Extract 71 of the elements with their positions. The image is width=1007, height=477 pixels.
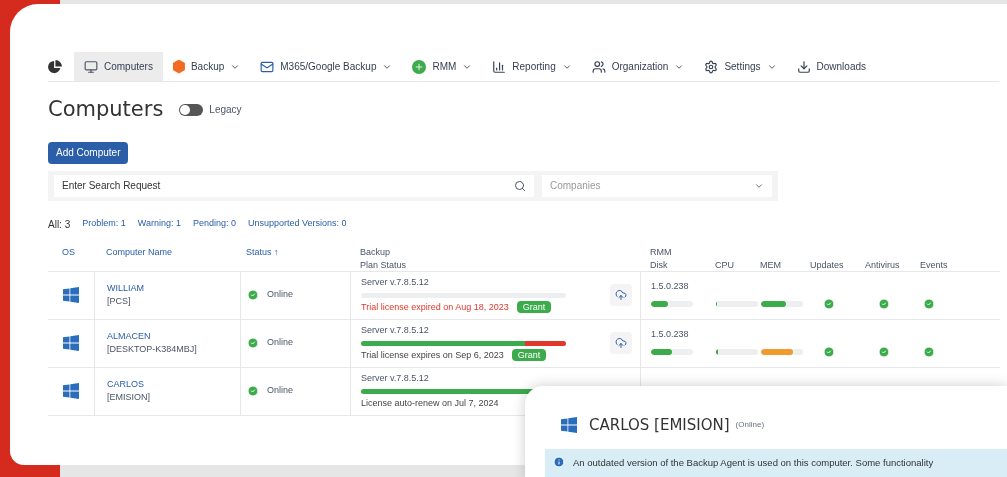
nav-tab[interactable]: Organization <box>581 52 695 81</box>
filter-link[interactable]: Warning: 1 <box>137 217 181 231</box>
cloud-upload-button[interactable] <box>610 332 632 354</box>
column-header: MEM <box>760 258 782 272</box>
column-header: Plan Status <box>360 258 408 272</box>
computer-name-link[interactable]: CARLOS <box>107 378 240 391</box>
column-header: RMM <box>650 245 673 259</box>
nav-tab[interactable]: RMM <box>402 52 483 81</box>
page-title: Computers <box>48 96 164 123</box>
download-icon <box>796 59 811 74</box>
windows-logo-icon <box>63 383 79 399</box>
windows-logo-icon <box>63 287 79 303</box>
backup-version: Server v.7.8.5.12 <box>361 276 430 289</box>
online-status-icon <box>247 385 259 397</box>
windows-logo-icon <box>561 417 577 434</box>
host-name: [DESKTOP-K384MBJ] <box>107 343 198 356</box>
status-text: Online <box>267 288 293 302</box>
column-header: Antivirus <box>865 258 901 272</box>
column-header: Backup <box>360 245 392 259</box>
legacy-toggle[interactable] <box>179 103 204 116</box>
computer-name-link[interactable]: WILLIAM <box>107 282 240 295</box>
license-text: Trial license expires on Sep 6, 2023 <box>361 348 504 362</box>
column-header: Events <box>920 258 949 272</box>
users-icon <box>591 59 606 74</box>
column-header[interactable]: Computer Name <box>94 245 240 259</box>
column-header: CPU <box>715 258 735 272</box>
filter-link[interactable]: Problem: 1 <box>82 217 126 231</box>
backup-version: Server v.7.8.5.12 <box>361 372 430 385</box>
nav-tab[interactable]: Backup <box>162 52 251 81</box>
rmm-version: 1.5.0.238 <box>651 280 690 294</box>
cloud-upload-icon <box>615 337 627 349</box>
monitor-icon <box>84 59 98 74</box>
pie-chart-logo-icon <box>48 59 62 74</box>
rmm-version: 1.5.0.238 <box>651 328 690 342</box>
cloud-upload-icon <box>615 289 627 301</box>
envelope-icon <box>260 59 275 74</box>
windows-logo-icon <box>63 335 79 351</box>
nav-tab[interactable]: Settings <box>694 52 787 81</box>
nav-tab[interactable]: Reporting <box>482 52 582 81</box>
cloud-upload-button[interactable] <box>610 284 632 306</box>
license-text: Trial license expired on Aug 18, 2023 <box>361 300 509 314</box>
column-header: Disk <box>650 258 669 272</box>
search-icon <box>514 179 526 192</box>
panel-status: (Online) <box>735 419 765 432</box>
status-text: Online <box>267 384 293 398</box>
backup-version: Server v.7.8.5.12 <box>361 324 430 337</box>
column-header[interactable]: Status ↑ <box>240 245 350 259</box>
search-field[interactable]: Enter Search Request <box>54 174 534 197</box>
filter-link[interactable]: Pending: 0 <box>192 217 236 231</box>
bar-chart-icon <box>492 59 507 74</box>
license-text: License auto-renew on Jul 7, 2024 <box>361 396 499 410</box>
nav-tab[interactable]: Computers <box>74 52 163 81</box>
host-name: [PCS] <box>107 295 132 308</box>
column-header: Updates <box>810 258 845 272</box>
info-icon <box>553 455 565 468</box>
filter-link[interactable]: All: 3 <box>48 216 71 232</box>
computer-name-link[interactable]: ALMACEN <box>107 330 240 343</box>
online-status-icon <box>247 337 259 349</box>
nav-tab[interactable]: M365/Google Backup <box>250 52 403 81</box>
host-name: [EMISION] <box>107 391 151 404</box>
legacy-label: Legacy <box>209 103 242 118</box>
online-status-icon <box>247 289 259 301</box>
column-header[interactable]: OS <box>48 245 94 259</box>
nav-tab[interactable]: Downloads <box>786 52 876 81</box>
add-computer-button[interactable]: Add Computer <box>48 141 129 164</box>
settings-icon <box>704 59 719 74</box>
panel-title: CARLOS [EMISION] <box>589 415 730 436</box>
status-text: Online <box>267 336 293 350</box>
search-input[interactable]: Enter Search Request <box>62 178 506 193</box>
notice-text: An outdated version of the Backup Agent is used on this computer. Some functionality <box>573 455 934 470</box>
filter-link[interactable]: Unsupported Versions: 0 <box>248 217 347 231</box>
